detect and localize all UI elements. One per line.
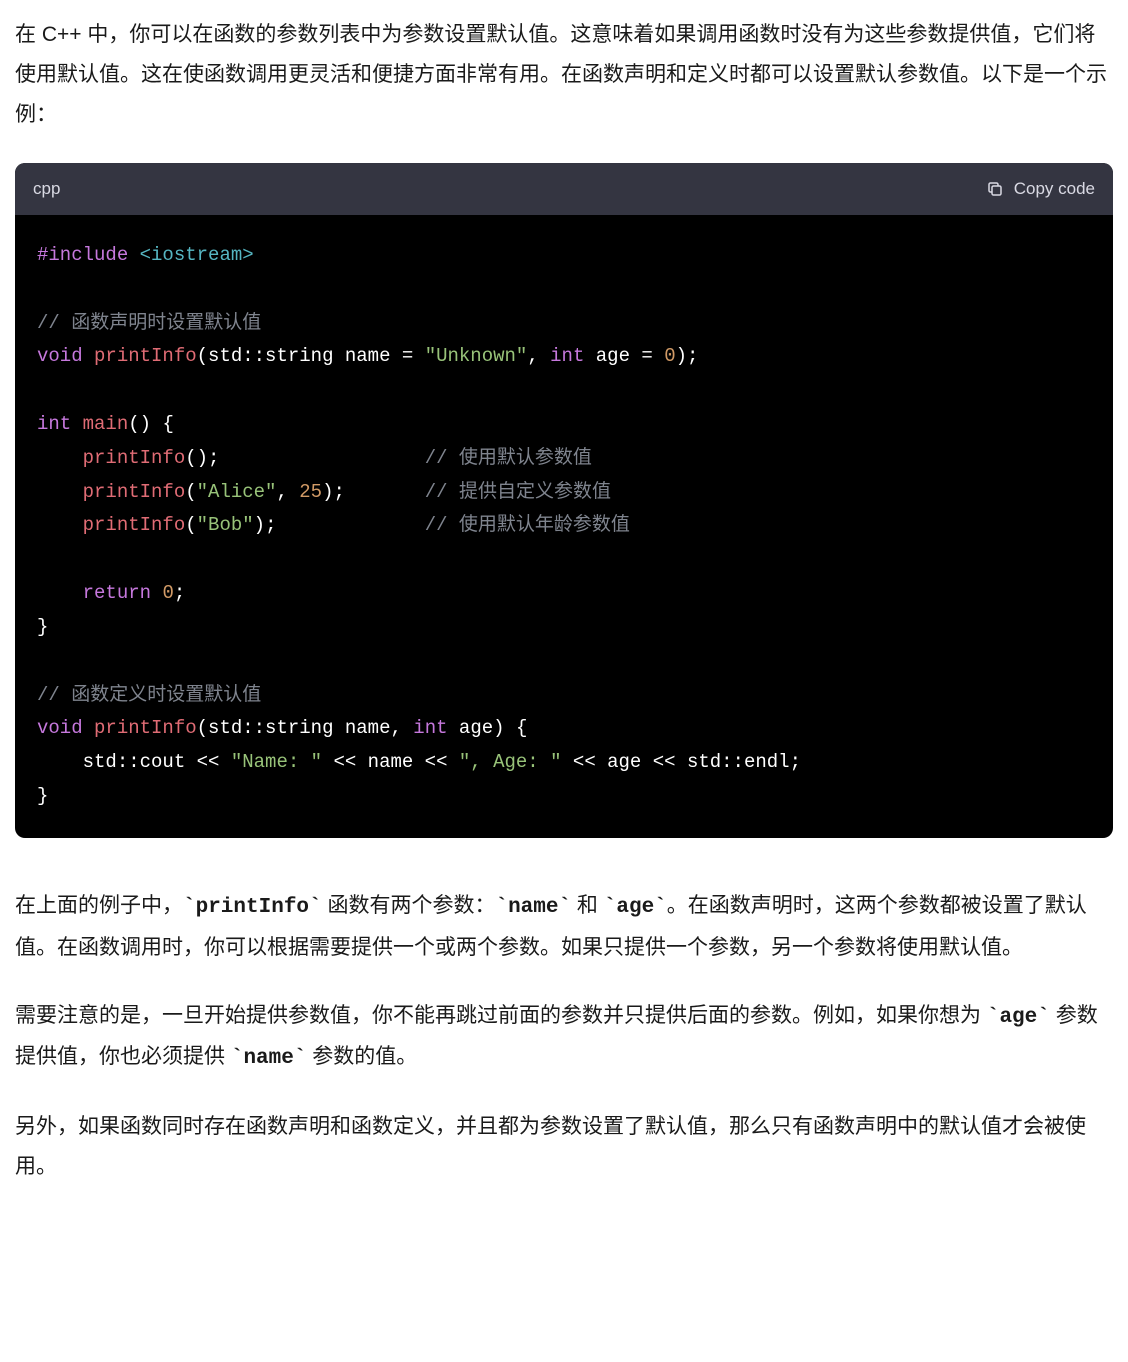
paragraph-3: 需要注意的是，一旦开始提供参数值，你不能再跳过前面的参数并只提供后面的参数。例如…	[15, 996, 1113, 1080]
token-string: ", Age: "	[459, 751, 562, 773]
token-ident: name	[345, 717, 391, 739]
token-punct: <<	[413, 751, 459, 773]
token-include: <iostream>	[140, 244, 254, 266]
token-string: "Unknown"	[425, 345, 528, 367]
token-ident: std::endl	[687, 751, 790, 773]
token-string: "Alice"	[197, 481, 277, 503]
text-span: 需要注意的是，一旦开始提供参数值，你不能再跳过前面的参数并只提供后面的参数。例如…	[15, 1004, 987, 1027]
token-ident: std::string	[208, 345, 333, 367]
token-ident: name	[345, 345, 391, 367]
token-indent	[37, 447, 83, 469]
token-string: "Bob"	[197, 514, 254, 536]
token-number: 25	[299, 481, 322, 503]
token-punct: )	[676, 345, 687, 367]
token-punct: <<	[562, 751, 608, 773]
token-indent	[37, 514, 83, 536]
inline-code: `name`	[231, 1047, 307, 1070]
token-pad	[276, 514, 424, 536]
token-func: main	[83, 413, 129, 435]
token-keyword: int	[413, 717, 447, 739]
token-ident: age	[596, 345, 630, 367]
token-comment: // 函数声明时设置默认值	[37, 312, 261, 334]
token-number: 0	[664, 345, 675, 367]
paragraph-2: 在上面的例子中，`printInfo` 函数有两个参数：`name` 和 `ag…	[15, 886, 1113, 968]
inline-code: `age`	[604, 896, 667, 919]
token-keyword: return	[83, 582, 151, 604]
token-punct: }	[37, 785, 48, 807]
token-func: printInfo	[83, 514, 186, 536]
text-span: 参数的值。	[306, 1045, 417, 1068]
inline-code: `age`	[987, 1006, 1050, 1029]
token-indent	[37, 481, 83, 503]
copy-icon	[986, 180, 1004, 198]
token-punct: ()	[185, 447, 208, 469]
token-punct: ;	[208, 447, 219, 469]
token-ident: age	[459, 717, 493, 739]
token-punct: (	[197, 717, 208, 739]
token-punct: ;	[174, 582, 185, 604]
code-body: #include <iostream> // 函数声明时设置默认值 void p…	[15, 215, 1113, 838]
token-punct: {	[505, 717, 528, 739]
token-keyword: void	[37, 717, 83, 739]
token-indent	[37, 751, 83, 773]
token-string: "Name: "	[231, 751, 322, 773]
token-punct: }	[37, 616, 48, 638]
token-punct: )	[254, 514, 265, 536]
token-keyword: int	[37, 413, 71, 435]
token-comment: // 提供自定义参数值	[425, 481, 611, 503]
copy-code-button[interactable]: Copy code	[986, 173, 1095, 205]
token-punct: =	[630, 345, 664, 367]
token-ident: name	[368, 751, 414, 773]
token-punct: <<	[641, 751, 687, 773]
code-header: cpp Copy code	[15, 163, 1113, 215]
token-keyword: int	[550, 345, 584, 367]
token-keyword: void	[37, 345, 83, 367]
token-pad	[219, 447, 424, 469]
token-punct: ;	[334, 481, 345, 503]
paragraph-4: 另外，如果函数同时存在函数声明和函数定义，并且都为参数设置了默认值，那么只有函数…	[15, 1107, 1113, 1187]
inline-code: `name`	[495, 896, 571, 919]
token-punct: ;	[790, 751, 801, 773]
token-punct: {	[151, 413, 174, 435]
token-punct: ;	[265, 514, 276, 536]
intro-paragraph: 在 C++ 中，你可以在函数的参数列表中为参数设置默认值。这意味着如果调用函数时…	[15, 15, 1113, 135]
token-punct: (	[185, 514, 196, 536]
token-punct: ,	[527, 345, 550, 367]
text-span: 在上面的例子中，	[15, 894, 183, 917]
token-comment: // 使用默认参数值	[425, 447, 592, 469]
token-func: printInfo	[94, 717, 197, 739]
token-punct: )	[322, 481, 333, 503]
token-punct: =	[390, 345, 424, 367]
token-indent	[37, 582, 83, 604]
token-ident: age	[607, 751, 641, 773]
token-punct: ,	[390, 717, 413, 739]
text-span: 和	[571, 894, 604, 917]
token-space	[151, 582, 162, 604]
inline-code: `printInfo`	[183, 896, 322, 919]
token-punct: ,	[276, 481, 299, 503]
token-comment: // 使用默认年龄参数值	[425, 514, 630, 536]
token-punct: <<	[322, 751, 368, 773]
token-func: printInfo	[83, 481, 186, 503]
code-language-label: cpp	[33, 173, 60, 205]
token-ident: std::string	[208, 717, 333, 739]
token-punct: ()	[128, 413, 151, 435]
code-block: cpp Copy code #include <iostream> // 函数声…	[15, 163, 1113, 838]
token-macro: #include	[37, 244, 128, 266]
token-punct: (	[197, 345, 208, 367]
token-func: printInfo	[94, 345, 197, 367]
token-punct: (	[185, 481, 196, 503]
token-comment: // 函数定义时设置默认值	[37, 684, 261, 706]
token-func: printInfo	[83, 447, 186, 469]
token-punct: <<	[185, 751, 231, 773]
text-span: 函数有两个参数：	[322, 894, 496, 917]
token-number: 0	[162, 582, 173, 604]
token-punct: ;	[687, 345, 698, 367]
token-ident: std::cout	[83, 751, 186, 773]
copy-label: Copy code	[1014, 173, 1095, 205]
token-pad	[345, 481, 425, 503]
token-punct: )	[493, 717, 504, 739]
